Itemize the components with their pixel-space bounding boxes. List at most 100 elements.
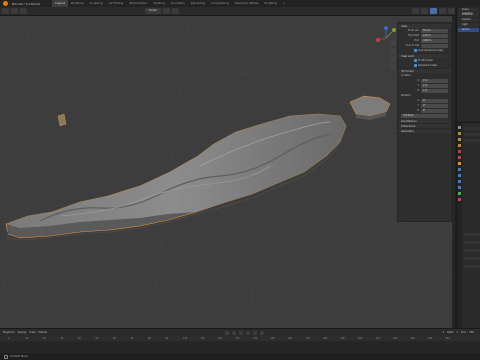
- scene-tab-icon[interactable]: [458, 150, 461, 153]
- focal-length-field[interactable]: 50 mm: [421, 28, 448, 33]
- modifier-tab-icon[interactable]: [458, 168, 461, 171]
- property-row[interactable]: [464, 249, 480, 252]
- frame-tick-label: 130: [235, 337, 240, 340]
- start-frame-field[interactable]: 1: [456, 331, 458, 334]
- snap-toggle[interactable]: [162, 8, 170, 14]
- zoom-icon[interactable]: [390, 40, 396, 46]
- rot-x-field[interactable]: 0°: [421, 98, 448, 103]
- status-bar: Context Menu: [0, 353, 480, 360]
- playback-menu[interactable]: Playback: [3, 331, 15, 334]
- physics-tab-icon[interactable]: [458, 180, 461, 183]
- outliner-row[interactable]: Camera: [458, 18, 479, 22]
- workspace-tab[interactable]: Compositing: [208, 0, 232, 7]
- property-row[interactable]: [464, 139, 480, 142]
- proportional-edit-toggle[interactable]: [171, 8, 179, 14]
- play-icon[interactable]: [246, 330, 251, 335]
- outliner-row[interactable]: Scene Collection: [458, 8, 479, 15]
- top-bar: Blender* [Untitled] Layout Modeling Sculpt…: [0, 0, 480, 7]
- checkbox-icon: [414, 59, 417, 62]
- property-row[interactable]: [464, 265, 480, 268]
- data-tab-icon[interactable]: [458, 192, 461, 195]
- property-row[interactable]: [464, 133, 480, 136]
- small-object[interactable]: [57, 113, 67, 127]
- clip-end-field[interactable]: 1000 m: [421, 38, 448, 43]
- camera-view-icon[interactable]: [390, 56, 396, 62]
- shading-rendered-button[interactable]: [448, 8, 455, 14]
- current-frame-field[interactable]: 1: [442, 331, 444, 334]
- sidebar-tab-strip[interactable]: [452, 16, 455, 328]
- workspace-tab[interactable]: Sculpting: [87, 0, 106, 7]
- frame-ruler[interactable]: 0 10 20 30 40 50 60 70 80 90 100 110 120 130 140 150 160…: [0, 336, 480, 341]
- lock-object-field[interactable]: [421, 43, 448, 48]
- frame-tick-label: 110: [200, 337, 205, 340]
- pan-hand-icon[interactable]: [390, 48, 396, 54]
- timeline-header: Playback Keying View Marker 1 Start 1 En…: [0, 328, 480, 336]
- render-tab-icon[interactable]: [458, 132, 461, 135]
- cursor-x-field[interactable]: 0 m: [421, 78, 448, 83]
- workspace-tab[interactable]: Scripting: [261, 0, 279, 7]
- next-keyframe-icon[interactable]: [253, 330, 258, 335]
- perspective-toggle-icon[interactable]: [390, 64, 396, 70]
- particles-tab-icon[interactable]: [458, 174, 461, 177]
- editor-type-button[interactable]: [2, 8, 9, 14]
- viewport-header: Global: [0, 7, 455, 16]
- frame-tick-label: 140: [253, 337, 258, 340]
- blender-logo-icon[interactable]: [3, 1, 8, 6]
- outliner-row[interactable]: terrain: [458, 28, 479, 32]
- cursor-z-field[interactable]: 0 m: [421, 88, 448, 93]
- y-axis-icon[interactable]: [392, 28, 396, 32]
- rot-z-field[interactable]: 0°: [421, 108, 448, 113]
- section-geometry[interactable]: Geometry: [398, 128, 451, 133]
- frame-tick-label: 160: [288, 337, 293, 340]
- workspace-tab[interactable]: Layout: [52, 0, 68, 7]
- material-tab-icon[interactable]: [458, 198, 461, 201]
- world-tab-icon[interactable]: [458, 156, 461, 159]
- property-row[interactable]: [464, 233, 480, 236]
- checkbox-icon: [414, 49, 417, 52]
- frame-tick-label: 60: [113, 337, 116, 340]
- transform-orientation-select[interactable]: Global: [144, 8, 161, 14]
- clip-start-field[interactable]: 0.01 m: [421, 33, 448, 38]
- workspace-tab[interactable]: UV Editing: [106, 0, 127, 7]
- property-row[interactable]: [464, 257, 480, 260]
- cursor-y-field[interactable]: 0 m: [421, 83, 448, 88]
- prev-keyframe-icon[interactable]: [232, 330, 237, 335]
- workspace-tab[interactable]: Geometry Nodes: [232, 0, 262, 7]
- output-tab-icon[interactable]: [458, 138, 461, 141]
- outliner-row[interactable]: Light: [458, 23, 479, 27]
- sidebar-n-panel: View Focal Len 50 mm Clip Start 0.01 m End…: [397, 22, 452, 222]
- play-reverse-icon[interactable]: [239, 330, 244, 335]
- jump-end-icon[interactable]: [260, 330, 265, 335]
- shading-material-button[interactable]: [439, 8, 446, 14]
- rot-y-field[interactable]: 0°: [421, 103, 448, 108]
- jump-start-icon[interactable]: [225, 330, 230, 335]
- property-row[interactable]: [464, 127, 480, 130]
- z-axis-icon[interactable]: [384, 26, 388, 30]
- tool-tab-icon[interactable]: [458, 126, 461, 129]
- workspace-tab[interactable]: Modeling: [68, 0, 87, 7]
- workspace-tab[interactable]: Texture Paint: [126, 0, 150, 7]
- overlay-toggle[interactable]: [412, 8, 419, 14]
- end-frame-field[interactable]: 250: [469, 331, 474, 334]
- timeline-area[interactable]: 0 10 20 30 40 50 60 70 80 90 100 110 120 130 140 150 160…: [0, 336, 480, 353]
- outliner-row[interactable]: Collection: [458, 13, 479, 17]
- rotation-mode-select[interactable]: XYZ Euler: [401, 113, 448, 118]
- frame-tick-label: 0: [8, 337, 10, 340]
- keying-menu[interactable]: Keying: [18, 331, 27, 334]
- xray-toggle[interactable]: [421, 8, 428, 14]
- object-mode-button[interactable]: [11, 8, 18, 14]
- workspace-tab[interactable]: Rendering: [188, 0, 208, 7]
- shading-solid-button[interactable]: [430, 8, 437, 14]
- workspace-tab[interactable]: Shading: [150, 0, 167, 7]
- view-menu-button[interactable]: [20, 8, 27, 14]
- constraints-tab-icon[interactable]: [458, 186, 461, 189]
- view-menu[interactable]: View: [29, 331, 35, 334]
- property-row[interactable]: [464, 241, 480, 244]
- x-axis-icon[interactable]: [376, 38, 380, 42]
- view-layer-tab-icon[interactable]: [458, 144, 461, 147]
- object-tab-icon[interactable]: [458, 162, 461, 165]
- 3d-viewport[interactable]: [0, 16, 455, 328]
- marker-menu[interactable]: Marker: [38, 331, 47, 334]
- workspace-tab[interactable]: +: [280, 0, 288, 7]
- workspace-tab[interactable]: Animation: [168, 0, 188, 7]
